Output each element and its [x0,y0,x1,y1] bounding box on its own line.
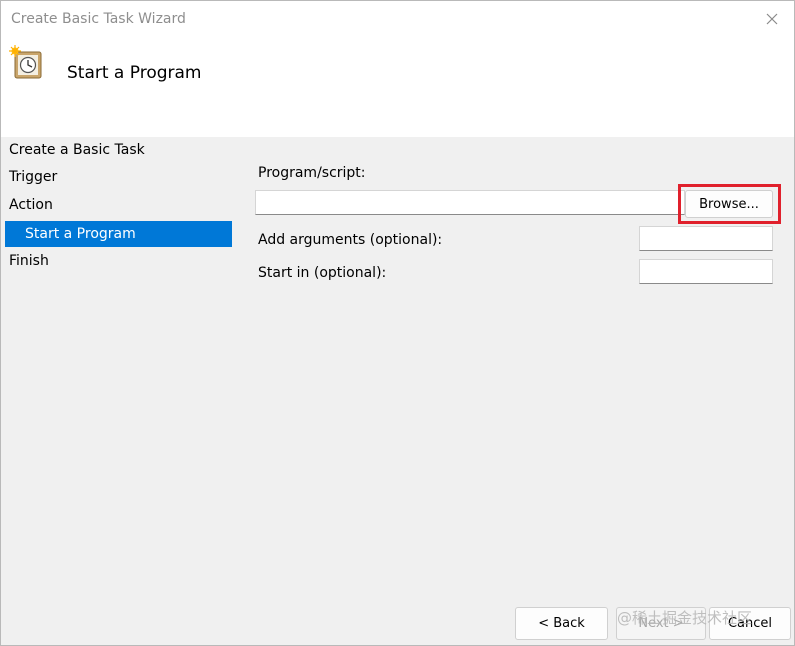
program-script-input[interactable] [255,190,685,215]
close-button[interactable] [758,5,786,33]
close-icon [766,13,778,25]
wizard-window: Create Basic Task Wizard Start a Program… [0,0,795,646]
step-action[interactable]: Action [5,192,232,218]
start-in-label: Start in (optional): [258,265,387,281]
program-script-label: Program/script: [258,165,366,181]
title-bar: Create Basic Task Wizard [1,1,794,37]
step-create-basic-task[interactable]: Create a Basic Task [5,137,232,163]
start-in-input[interactable] [639,259,773,284]
watermark: @稀土掘金技术社区 [617,609,753,627]
back-button[interactable]: < Back [515,607,608,640]
wizard-header: Start a Program [1,37,794,137]
task-clock-icon [9,45,42,79]
browse-button[interactable]: Browse... [685,190,773,218]
step-finish[interactable]: Finish [5,248,232,274]
arguments-input[interactable] [639,226,773,251]
step-trigger[interactable]: Trigger [5,164,232,190]
arguments-label: Add arguments (optional): [258,232,443,248]
page-title: Start a Program [67,63,202,83]
window-title: Create Basic Task Wizard [11,11,186,27]
wizard-steps: Create a Basic Task Trigger Action Start… [1,137,241,597]
step-start-program[interactable]: Start a Program [5,221,232,247]
